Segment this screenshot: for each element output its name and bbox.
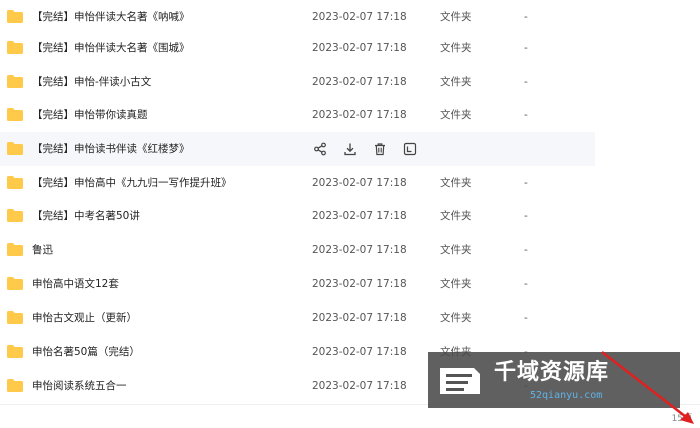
folder-icon — [7, 41, 23, 54]
file-name[interactable]: 【完结】申怡带你读真题 — [32, 98, 148, 132]
file-row[interactable]: 【完结】申怡伴读大名著《围城》 2023-02-07 17:18 文件夹 - — [0, 31, 595, 65]
file-name[interactable]: 鲁迅 — [32, 233, 53, 267]
watermark-title: 千域资源库 — [494, 360, 610, 385]
file-row[interactable]: 申怡高中语文12套 2023-02-07 17:18 文件夹 - — [0, 267, 595, 301]
file-size: - — [524, 278, 528, 290]
file-name[interactable]: 【完结】申怡伴读大名著《呐喊》 — [32, 0, 190, 34]
modified-date: 2023-02-07 17:18 — [312, 346, 407, 358]
file-type: 文件夹 — [440, 312, 472, 324]
file-name[interactable]: 【完结】申怡高中《九九归一写作提升班》 — [32, 166, 232, 200]
file-size: - — [524, 11, 528, 23]
file-size: - — [524, 42, 528, 54]
delete-icon[interactable] — [371, 140, 389, 158]
folder-icon — [7, 142, 23, 155]
modified-date: 2023-02-07 17:18 — [312, 76, 407, 88]
folder-icon — [7, 277, 23, 290]
file-row[interactable]: 【完结】中考名著50讲 2023-02-07 17:18 文件夹 - — [0, 199, 595, 233]
file-row[interactable]: 【完结】申怡伴读大名著《呐喊》 2023-02-07 17:18 文件夹 - — [0, 0, 595, 34]
modified-date: 2023-02-07 17:18 — [312, 11, 407, 23]
watermark-url: 52qianyu.com — [530, 390, 603, 401]
file-row[interactable]: 【完结】申怡-伴读小古文 2023-02-07 17:18 文件夹 - — [0, 65, 595, 99]
file-name[interactable]: 【完结】申怡伴读大名著《围城》 — [32, 31, 190, 65]
modified-date: 2023-02-07 17:18 — [312, 312, 407, 324]
file-type: 文件夹 — [440, 109, 472, 121]
modified-date: 2023-02-07 17:18 — [312, 177, 407, 189]
modified-date: 2023-02-07 17:18 — [312, 210, 407, 222]
file-size: - — [524, 76, 528, 88]
file-row[interactable]: 鲁迅 2023-02-07 17:18 文件夹 - — [0, 233, 595, 267]
file-name[interactable]: 申怡阅读系统五合一 — [32, 369, 127, 403]
file-type: 文件夹 — [440, 278, 472, 290]
share-icon[interactable] — [311, 140, 329, 158]
file-size: - — [524, 210, 528, 222]
file-row[interactable]: 【完结】申怡带你读真题 2023-02-07 17:18 文件夹 - — [0, 98, 595, 132]
watermark-logo-icon — [440, 368, 480, 394]
more-icon[interactable] — [401, 140, 419, 158]
file-name[interactable]: 【完结】申怡-伴读小古文 — [32, 65, 151, 99]
file-size: - — [524, 109, 528, 121]
file-name[interactable]: 申怡名著50篇（完结） — [32, 335, 140, 369]
folder-icon — [7, 311, 23, 324]
file-size: - — [524, 177, 528, 189]
row-actions — [311, 140, 419, 158]
cursor-arrow-icon — [601, 351, 694, 424]
file-name[interactable]: 申怡古文观止（更新） — [32, 301, 137, 335]
folder-icon — [7, 108, 23, 121]
modified-date: 2023-02-07 17:18 — [312, 109, 407, 121]
folder-icon — [7, 379, 23, 392]
folder-icon — [7, 243, 23, 256]
modified-date: 2023-02-07 17:18 — [312, 278, 407, 290]
folder-icon — [7, 176, 23, 189]
modified-date: 2023-02-07 17:18 — [312, 244, 407, 256]
file-row[interactable]: 申怡古文观止（更新） 2023-02-07 17:18 文件夹 - — [0, 301, 595, 335]
file-row[interactable]: 【完结】申怡高中《九九归一写作提升班》 2023-02-07 17:18 文件夹… — [0, 166, 595, 200]
download-icon[interactable] — [341, 140, 359, 158]
file-name[interactable]: 【完结】中考名著50讲 — [32, 199, 140, 233]
modified-date: 2023-02-07 17:18 — [312, 42, 407, 54]
file-type: 文件夹 — [440, 76, 472, 88]
file-row-hovered[interactable]: 【完结】申怡读书伴读《红楼梦》 — [0, 132, 595, 166]
modified-date: 2023-02-07 17:18 — [312, 380, 407, 392]
folder-icon — [7, 10, 23, 23]
folder-icon — [7, 345, 23, 358]
file-type: 文件夹 — [440, 244, 472, 256]
folder-icon — [7, 75, 23, 88]
file-type: 文件夹 — [440, 210, 472, 222]
folder-icon — [7, 209, 23, 222]
file-type: 文件夹 — [440, 177, 472, 189]
file-name[interactable]: 申怡高中语文12套 — [32, 267, 119, 301]
file-size: - — [524, 244, 528, 256]
file-size: - — [524, 312, 528, 324]
file-type: 文件夹 — [440, 11, 472, 23]
file-name[interactable]: 【完结】申怡读书伴读《红楼梦》 — [32, 132, 190, 166]
file-type: 文件夹 — [440, 42, 472, 54]
